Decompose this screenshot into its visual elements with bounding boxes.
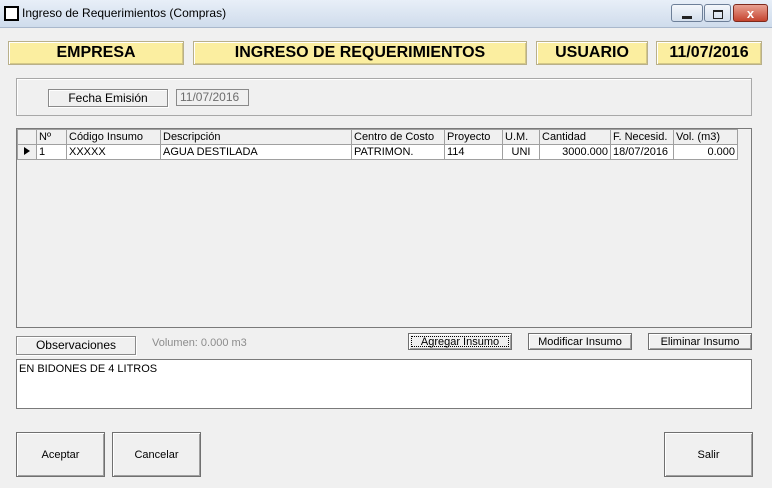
cell-code[interactable]: XXXXX: [66, 144, 161, 160]
col-header-unit[interactable]: U.M.: [502, 129, 540, 145]
minimize-icon: [682, 16, 692, 19]
volume-total: Volumen: 0.000 m3: [152, 337, 247, 349]
minimize-button[interactable]: [671, 4, 703, 22]
table-row[interactable]: 1 XXXXX AGUA DESTILADA PATRIMON. 114 UNI…: [17, 144, 738, 160]
row-indicator: [17, 144, 37, 160]
company-panel: EMPRESA: [8, 41, 184, 65]
col-header-description[interactable]: Descripción: [160, 129, 352, 145]
exit-button[interactable]: Salir: [664, 432, 753, 477]
grid-header-row: Nº Código Insumo Descripción Centro de C…: [17, 129, 738, 145]
cell-number[interactable]: 1: [36, 144, 67, 160]
row-indicator-header: [17, 129, 37, 145]
emission-date-label: Fecha Emisión: [48, 89, 168, 107]
col-header-code[interactable]: Código Insumo: [66, 129, 161, 145]
add-item-button[interactable]: Agregar Insumo: [408, 333, 512, 350]
current-row-arrow-icon: [24, 146, 30, 155]
cell-unit[interactable]: UNI: [502, 144, 540, 160]
user-panel: USUARIO: [536, 41, 648, 65]
cell-quantity[interactable]: 3000.000: [539, 144, 611, 160]
cancel-button[interactable]: Cancelar: [112, 432, 201, 477]
maximize-button[interactable]: [704, 4, 731, 22]
maximize-icon: [712, 10, 723, 19]
col-header-quantity[interactable]: Cantidad: [539, 129, 611, 145]
modify-item-button[interactable]: Modificar Insumo: [528, 333, 632, 350]
observations-label: Observaciones: [16, 336, 136, 355]
emission-date-field[interactable]: 11/07/2016: [176, 89, 249, 106]
col-header-volume[interactable]: Vol. (m3): [673, 129, 738, 145]
form-title-panel: INGRESO DE REQUERIMIENTOS: [193, 41, 527, 65]
col-header-project[interactable]: Proyecto: [444, 129, 503, 145]
cell-description[interactable]: AGUA DESTILADA: [160, 144, 352, 160]
col-header-need-date[interactable]: F. Necesid.: [610, 129, 674, 145]
window-icon: [4, 6, 19, 21]
accept-button[interactable]: Aceptar: [16, 432, 105, 477]
date-panel: 11/07/2016: [656, 41, 762, 65]
observations-textarea[interactable]: EN BIDONES DE 4 LITROS: [16, 359, 752, 409]
cell-cost-center[interactable]: PATRIMON.: [351, 144, 445, 160]
cell-project[interactable]: 114: [444, 144, 503, 160]
col-header-cost-center[interactable]: Centro de Costo: [351, 129, 445, 145]
cell-volume[interactable]: 0.000: [673, 144, 738, 160]
items-grid[interactable]: Nº Código Insumo Descripción Centro de C…: [16, 128, 752, 328]
col-header-number[interactable]: Nº: [36, 129, 67, 145]
delete-item-button[interactable]: Eliminar Insumo: [648, 333, 752, 350]
cell-need-date[interactable]: 18/07/2016: [610, 144, 674, 160]
close-button[interactable]: x: [733, 4, 768, 22]
window-title: Ingreso de Requerimientos (Compras): [22, 6, 227, 20]
close-icon: x: [746, 6, 755, 21]
